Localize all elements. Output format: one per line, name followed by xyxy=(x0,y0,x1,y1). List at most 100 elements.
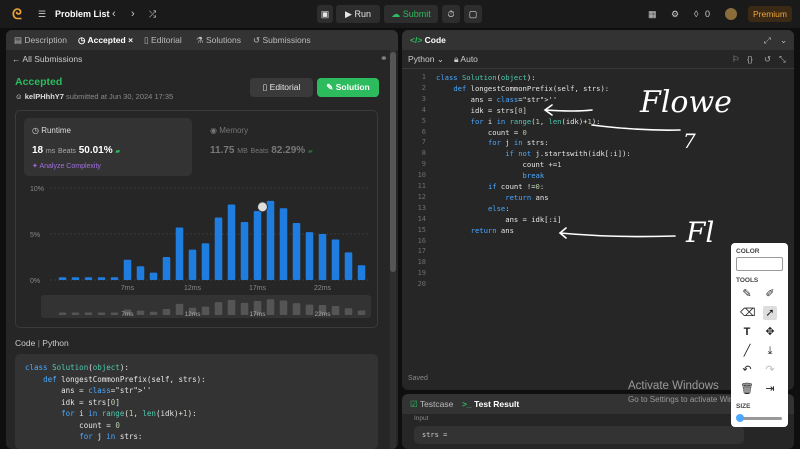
exit-icon[interactable]: ⇥ xyxy=(763,382,777,396)
fullscreen-icon[interactable]: ⤡ xyxy=(779,54,786,65)
chart-bar xyxy=(149,272,158,280)
username[interactable]: kelPHhhY7 xyxy=(25,92,64,101)
code-line[interactable]: else: xyxy=(436,204,510,213)
download-icon[interactable]: ⤓ xyxy=(763,344,777,358)
overview-bar xyxy=(136,310,145,315)
gear-icon[interactable]: ⚙ xyxy=(671,7,679,21)
next-problem-icon[interactable]: › xyxy=(131,7,135,21)
chevron-down-icon: ⌄ xyxy=(436,54,444,64)
memory-label[interactable]: ◉ Memory xyxy=(210,126,248,135)
submit-button[interactable]: ☁ Submit xyxy=(384,5,438,23)
code-line[interactable]: count +=1 xyxy=(436,160,562,169)
pointer-icon[interactable]: ➚ xyxy=(763,306,777,320)
text-tool-icon[interactable]: T xyxy=(740,325,754,339)
notes-icon[interactable]: ▢ xyxy=(464,5,482,23)
stats-card: ◷ Runtime 18 ms Beats 50.01% ▰ ✦ Analyze… xyxy=(15,110,378,328)
left-tabs: ▤ Description ◷ Accepted × ▯ Editorial ⚗… xyxy=(6,30,398,50)
code-line[interactable]: def longestCommonPrefix(self, strs): xyxy=(436,84,609,93)
tab-accepted[interactable]: ◷ Accepted × xyxy=(78,35,133,46)
code-line: def longestCommonPrefix(self, strs): xyxy=(43,374,206,384)
close-icon[interactable]: × xyxy=(128,35,133,45)
run-button[interactable]: ▶ Run xyxy=(336,5,380,23)
line-icon[interactable]: ╱ xyxy=(740,344,754,358)
problem-list-link[interactable]: Problem List xyxy=(55,7,110,21)
braces-icon[interactable]: {} xyxy=(747,54,753,64)
highlighter-icon[interactable]: ✐ xyxy=(763,287,777,301)
chart-bar xyxy=(240,222,249,280)
line-number: 5 xyxy=(421,116,426,125)
scroll-thumb[interactable] xyxy=(390,52,396,272)
shuffle-icon[interactable]: ⤮ xyxy=(149,7,156,21)
debug-icon[interactable]: ▣ xyxy=(317,5,333,23)
runtime-card[interactable]: ◷ Runtime 18 ms Beats 50.01% ▰ ✦ Analyze… xyxy=(24,118,192,176)
chart-bar xyxy=(123,259,132,280)
timer-icon[interactable]: ⏱ xyxy=(442,5,460,23)
editorial-button[interactable]: ▯ Editorial xyxy=(250,78,313,97)
tab-submissions[interactable]: ↺ Submissions xyxy=(253,35,311,46)
move-icon[interactable]: ✥ xyxy=(763,325,777,339)
line-number: 9 xyxy=(421,160,426,169)
trash-icon[interactable]: 🗑︎ xyxy=(740,382,754,396)
leetcode-logo-icon[interactable]: ᘓ xyxy=(12,6,26,22)
pen-icon[interactable]: ✎ xyxy=(740,287,754,301)
analyze-complexity-link[interactable]: ✦ Analyze Complexity xyxy=(32,162,101,170)
eraser-icon[interactable]: ⌫ xyxy=(740,306,756,320)
premium-button[interactable]: Premium xyxy=(748,6,792,22)
reset-icon[interactable]: ↺ xyxy=(764,54,771,65)
solution-button[interactable]: ✎ Solution xyxy=(317,78,379,97)
line-number: 10 xyxy=(417,171,426,180)
tab-description[interactable]: ▤ Description xyxy=(14,35,67,46)
code-line[interactable]: ans = idk[:i] xyxy=(436,215,561,224)
line-number: 7 xyxy=(421,138,426,147)
tab-code[interactable]: </> Code xyxy=(410,35,446,46)
tab-test-result[interactable]: >_ Test Result xyxy=(462,399,519,410)
size-slider[interactable] xyxy=(736,414,782,422)
tab-editorial[interactable]: ▯ Editorial xyxy=(144,35,182,46)
code-line[interactable]: idk = strs[0] xyxy=(436,106,527,115)
all-submissions-link[interactable]: ← All Submissions xyxy=(12,54,82,64)
line-number: 3 xyxy=(421,94,426,103)
tab-solutions[interactable]: ⚗ Solutions xyxy=(196,35,241,46)
code-panel-header: </> Code ⤢ ⌄ xyxy=(402,30,794,50)
code-line[interactable]: for j in strs: xyxy=(436,138,549,147)
language-select[interactable]: Python ⌄ xyxy=(408,54,444,65)
overview-bar xyxy=(149,311,158,315)
link-icon[interactable]: ⚭ xyxy=(380,53,388,64)
overview-tick-label: 7ms xyxy=(121,311,134,318)
code-line[interactable]: if not j.startswith(idk[:i]): xyxy=(436,149,631,158)
overview-bar xyxy=(227,299,236,315)
minimize-icon[interactable]: ⌄ xyxy=(780,35,787,46)
color-swatch[interactable] xyxy=(736,257,783,271)
x-tick-label: 12ms xyxy=(184,285,202,292)
code-line[interactable]: class Solution(object): xyxy=(436,73,536,82)
streak-count: 0 xyxy=(705,9,711,19)
top-bar: ᘓ ☰ Problem List ‹ › ⤮ ▣ ▶ Run ☁ Submit … xyxy=(0,0,800,28)
runtime-value: 18 ms Beats 50.01% ▰ xyxy=(32,145,121,156)
memory-value: 11.75 MB Beats 82.29% ▰ xyxy=(210,145,313,156)
code-line[interactable]: ans = class="str">'' xyxy=(436,95,558,104)
tab-testcase[interactable]: ☑ Testcase xyxy=(410,399,453,410)
code-line[interactable]: break xyxy=(436,171,545,180)
size-slider-thumb[interactable] xyxy=(736,414,744,422)
maximize-icon[interactable]: ⤢ xyxy=(764,35,771,46)
code-line[interactable]: return ans xyxy=(436,193,548,202)
color-label: COLOR xyxy=(736,248,760,255)
list-icon[interactable]: ☰ xyxy=(38,7,46,21)
left-scrollbar[interactable] xyxy=(390,50,396,449)
auto-mode[interactable]: 🔒︎ Auto xyxy=(454,54,478,65)
code-line[interactable]: if count !=0: xyxy=(436,182,544,191)
divider xyxy=(402,68,794,69)
undo-icon[interactable]: ↶ xyxy=(740,363,754,377)
bookmark-icon[interactable]: ⚐ xyxy=(732,54,740,65)
runtime-distribution-chart[interactable]: 10% 5% 0% 7ms 12ms 17ms 22ms 7ms 12ms 17ms 22ms xyxy=(16,183,379,323)
layout-icon[interactable]: ▦ xyxy=(648,7,657,21)
fire-icon[interactable]: ◊ xyxy=(694,7,698,21)
status-accepted: Accepted xyxy=(15,76,63,88)
prev-problem-icon[interactable]: ‹ xyxy=(112,7,116,21)
avatar[interactable] xyxy=(725,8,737,20)
code-line[interactable]: return ans xyxy=(436,226,514,235)
code-line[interactable]: for i in range(1, len(idk)+1): xyxy=(436,117,601,126)
input-field[interactable]: strs = xyxy=(414,426,744,444)
code-line[interactable]: count = 0 xyxy=(436,128,527,137)
redo-icon[interactable]: ↷ xyxy=(763,363,777,377)
